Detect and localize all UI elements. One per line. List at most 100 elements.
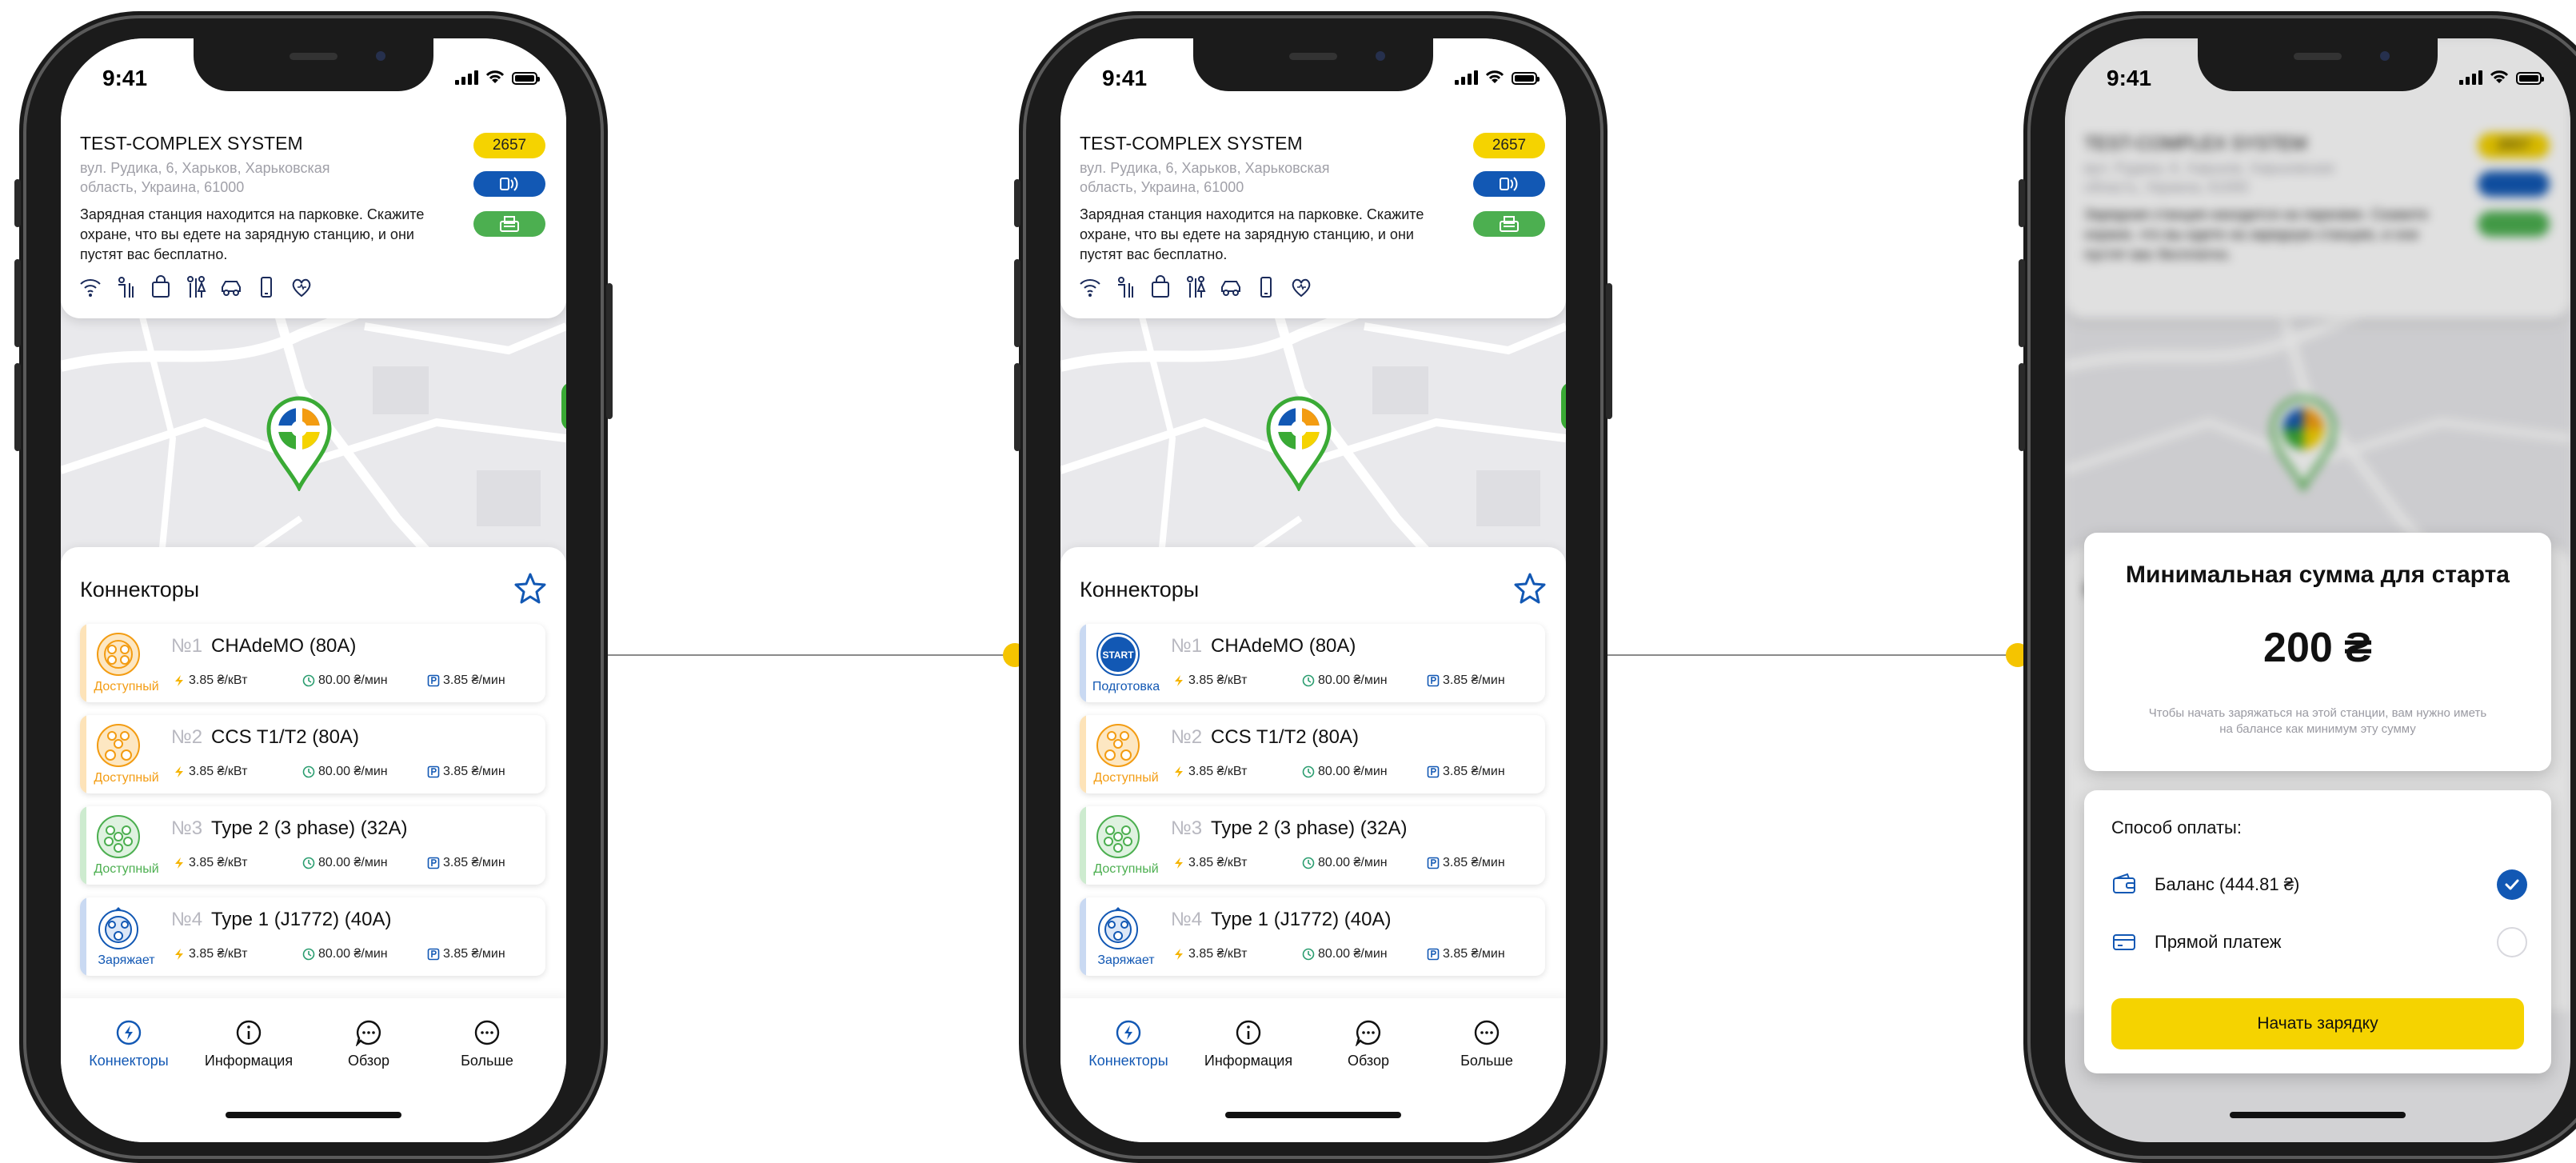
chademo-icon [97,633,140,676]
checkmark-icon [2505,879,2519,890]
tab-information[interactable]: Информация [1188,1019,1308,1069]
connector-number: №3 [171,817,203,839]
connector-name: CCS T1/T2 (80A) [1211,726,1359,748]
clock-icon [302,857,315,869]
status-time: 9:41 [1102,66,1148,90]
parking-price: 3.85 ₴/мин [427,673,505,688]
station-map-pin[interactable] [1265,395,1332,491]
connector-row[interactable]: Доступный №3 Type 2 (3 phase) (32A) 3.85… [80,806,545,885]
wifi-status-icon [1485,70,1504,83]
tab-connectors[interactable]: Коннекторы [1068,1019,1188,1069]
tab-connectors[interactable]: Коннекторы [69,1019,189,1069]
connector-status: Доступный [94,771,159,785]
radio-unselected[interactable] [2497,927,2527,957]
parking-icon [1427,948,1440,961]
connector-name: CHAdeMO (80A) [1211,635,1356,657]
restroom-icon [118,277,134,298]
station-name: TEST-COMPLEX SYSTEM [1080,133,1303,154]
minimum-amount-note: Чтобы начать заряжаться на этой станции,… [2148,706,2487,736]
phone-frame: 9:41 TEST-COMPLEX SYSTEM вул. Рудика, 6,… [14,11,613,1163]
parking-price: 3.85 ₴/мин [427,947,505,961]
price-per-kwh: 3.85 ₴/кВт [1172,947,1247,961]
home-indicator [1225,1112,1401,1118]
connector-status: Доступный [1093,771,1159,785]
price-per-kwh: 3.85 ₴/кВт [1172,765,1247,779]
connector-row[interactable]: Доступный №1 CHAdeMO (80A) 3.85 ₴/кВт 80… [80,624,545,702]
wifi-status-icon [485,70,505,83]
price-per-kwh: 3.85 ₴/кВт [1172,673,1247,688]
nearby-station-pin[interactable] [1561,382,1566,430]
tab-overview[interactable]: Обзор [1308,1019,1428,1069]
restroom-icon [1118,277,1133,298]
clock-icon [1302,857,1315,869]
start-label: START [1102,649,1134,661]
connector-number: №4 [1171,909,1203,930]
bottom-tab-bar: Коннекторы Информация Обзор Больше [61,998,566,1142]
payment-terminal-badge[interactable] [473,211,545,237]
connector-row[interactable]: Доступный №2 CCS T1/T2 (80A) 3.85 ₴/кВт … [80,715,545,793]
connector-row[interactable]: Доступный №3 Type 2 (3 phase) (32A) 3.85… [1080,806,1545,885]
battery-icon [512,72,540,85]
clock-icon [302,948,315,961]
connector-number: №3 [1171,817,1203,839]
payment-option-balance[interactable]: Баланс (444.81 ₴) [2111,867,2527,902]
connector-row[interactable]: Заряжает №4 Type 1 (J1772) (40A) 3.85 ₴/… [80,897,545,976]
connector-status: Доступный [94,680,159,693]
phone-screen: 9:41 TEST-COMPLEX SYSTEM вул. Рудика, 6,… [61,38,566,1142]
battery-icon [2516,72,2544,85]
payment-terminal-badge[interactable] [1473,211,1545,237]
parking-icon [1427,674,1440,687]
station-name: TEST-COMPLEX SYSTEM [80,133,303,154]
connector-row[interactable]: START Подготовка №1 CHAdeMO (80A) 3.85 ₴… [1080,624,1545,702]
tab-overview[interactable]: Обзор [309,1019,429,1069]
heart-icon [1292,278,1311,298]
lightning-icon [175,766,183,777]
favorite-star-icon[interactable] [1513,571,1547,605]
connectors-title: Коннекторы [1080,578,1200,601]
price-per-kwh: 3.85 ₴/кВт [173,673,247,688]
favorite-star-icon[interactable] [513,571,547,605]
start-icon[interactable]: START [1096,632,1140,677]
tab-information[interactable]: Информация [189,1019,309,1069]
status-time: 9:41 [102,66,148,90]
connector-row[interactable]: Заряжает №4 Type 1 (J1772) (40A) 3.85 ₴/… [1080,897,1545,976]
start-charging-button[interactable]: Начать зарядку [2111,998,2524,1049]
wifi-icon [80,279,101,297]
phone-frame: 9:41 TEST-COMPLEX SYSTEM вул. Рудика, 6,… [2019,11,2576,1163]
payment-terminal-icon [500,216,519,232]
connector-row[interactable]: Доступный №2 CCS T1/T2 (80A) 3.85 ₴/кВт … [1080,715,1545,793]
lightning-icon [1175,949,1183,960]
radio-selected[interactable] [2497,869,2527,900]
bottom-tab-bar: Коннекторы Информация Обзор Больше [1060,998,1566,1142]
tab-more[interactable]: Больше [427,1019,547,1069]
payment-terminal-icon [1500,216,1519,232]
shopping-bag-icon [1152,275,1169,298]
nfc-icon [1500,177,1518,191]
nearby-station-pin[interactable] [561,382,566,430]
ccs-icon [1096,724,1140,767]
more-icon [1474,1020,1500,1045]
type2-icon [1096,815,1140,858]
station-map-pin[interactable] [266,395,333,491]
minimum-amount-card: Минимальная сумма для старта 200 ₴ Чтобы… [2084,533,2551,771]
parking-price: 3.85 ₴/мин [1427,856,1505,870]
amenities-list [78,275,314,299]
type2-icon [97,815,140,858]
price-per-minute: 80.00 ₴/мин [302,673,388,688]
nfc-badge[interactable] [1473,171,1545,197]
station-id-badge: 2657 [1473,133,1545,158]
toilet-icon [1187,276,1206,298]
connectors-title: Коннекторы [80,578,200,601]
phone-icon [261,277,272,298]
payment-option-direct[interactable]: Прямой платеж [2111,925,2527,960]
battery-icon [1512,72,1540,85]
connector-number: №4 [171,909,203,930]
lightning-icon [1175,857,1183,869]
nfc-badge[interactable] [473,171,545,197]
lightning-icon [116,1020,142,1045]
parking-price: 3.85 ₴/мин [427,765,505,779]
price-per-minute: 80.00 ₴/мин [1302,856,1388,870]
lightning-icon [175,675,183,686]
wifi-status-icon [2490,70,2509,83]
tab-more[interactable]: Больше [1427,1019,1547,1069]
